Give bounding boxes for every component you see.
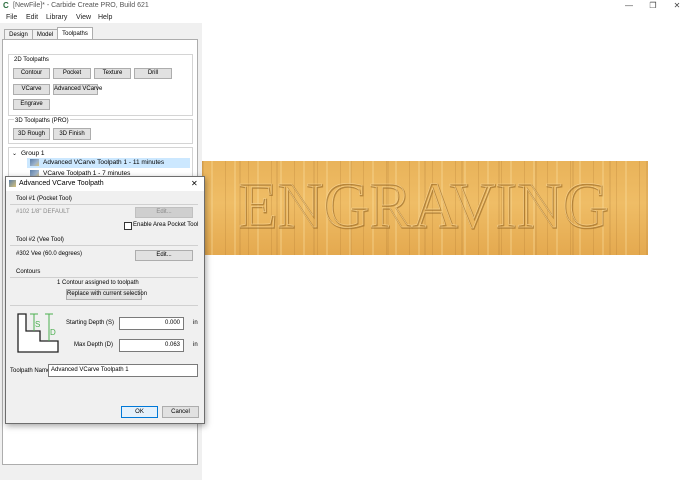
contours-title: Contours bbox=[16, 269, 41, 275]
tool1-title: Tool #1 (Pocket Tool) bbox=[16, 196, 72, 202]
diagram-s-label: S bbox=[35, 320, 40, 329]
engraved-text: ENGRAVING bbox=[238, 169, 608, 242]
starting-depth-label: Starting Depth (S) bbox=[66, 320, 115, 326]
engraved-text-preview: ENGRAVING ENGRAVING bbox=[238, 169, 610, 244]
toolpath-icon bbox=[30, 159, 39, 166]
tool2-value: #302 Vee (60.0 degrees) bbox=[16, 251, 83, 257]
starting-depth-input[interactable]: 0.000 bbox=[119, 317, 184, 330]
dialog-close-icon[interactable]: ✕ bbox=[191, 178, 198, 189]
ok-button[interactable]: OK bbox=[121, 406, 158, 418]
close-icon[interactable]: ✕ bbox=[666, 0, 688, 12]
dialog-title: Advanced VCarve Toolpath bbox=[19, 180, 104, 187]
tool1-edit-button[interactable]: Edit... bbox=[135, 207, 193, 218]
toolpath-name-input[interactable]: Advanced VCarve Toolpath 1 bbox=[48, 364, 198, 377]
dialog-app-icon bbox=[9, 180, 16, 187]
contours-status: 1 Contour assigned to toolpath bbox=[57, 280, 139, 286]
maximize-icon[interactable]: ❐ bbox=[642, 0, 664, 12]
window-title: [NewFile]* - Carbide Create PRO, Build 6… bbox=[13, 2, 149, 9]
menu-edit[interactable]: Edit bbox=[26, 13, 38, 22]
pocket-button[interactable]: Pocket bbox=[53, 68, 91, 79]
texture-button[interactable]: Texture bbox=[94, 68, 131, 79]
depth-diagram: S D bbox=[17, 313, 59, 353]
area-pocket-label: Enable Area Pocket Tool bbox=[133, 222, 199, 228]
tree-collapse-icon[interactable]: ⌄ bbox=[12, 150, 17, 157]
toolpath-name-label: Toolpath Name bbox=[10, 368, 51, 374]
group-2d-title: 2D Toolpaths bbox=[14, 57, 49, 63]
contour-button[interactable]: Contour bbox=[13, 68, 50, 79]
replace-selection-button[interactable]: Replace with current selection bbox=[66, 289, 147, 300]
tool1-value: #102 1/8" DEFAULT bbox=[16, 209, 70, 215]
diagram-d-label: D bbox=[50, 328, 56, 337]
separator bbox=[10, 204, 198, 205]
menu-file[interactable]: File bbox=[6, 13, 17, 22]
tool2-edit-button[interactable]: Edit... bbox=[135, 250, 193, 261]
area-pocket-checkbox[interactable] bbox=[124, 222, 132, 230]
minimize-icon[interactable]: — bbox=[618, 0, 640, 12]
engrave-button[interactable]: Engrave bbox=[13, 99, 50, 110]
max-depth-label: Max Depth (D) bbox=[74, 342, 114, 348]
starting-depth-unit: in bbox=[193, 320, 198, 326]
tree-group[interactable]: Group 1 bbox=[21, 150, 45, 157]
max-depth-unit: in bbox=[193, 342, 198, 348]
menu-help[interactable]: Help bbox=[98, 13, 112, 22]
vcarve-button[interactable]: VCarve bbox=[13, 84, 50, 95]
separator bbox=[10, 277, 198, 278]
separator bbox=[10, 305, 198, 306]
3d-finish-button[interactable]: 3D Finish bbox=[53, 128, 91, 140]
menu-library[interactable]: Library bbox=[46, 13, 67, 22]
cancel-button[interactable]: Cancel bbox=[162, 406, 199, 418]
drill-button[interactable]: Drill bbox=[134, 68, 172, 79]
tool2-title: Tool #2 (Vee Tool) bbox=[16, 237, 64, 243]
group-3d-title: 3D Toolpaths (PRO) bbox=[14, 118, 70, 124]
tree-item[interactable]: Advanced VCarve Toolpath 1 - 11 minutes bbox=[43, 159, 164, 166]
menu-view[interactable]: View bbox=[76, 13, 91, 22]
separator bbox=[10, 245, 198, 246]
max-depth-input[interactable]: 0.063 bbox=[119, 339, 184, 352]
app-icon: C bbox=[3, 1, 9, 10]
advanced-vcarve-button[interactable]: Advanced VCarve bbox=[53, 84, 102, 95]
3d-rough-button[interactable]: 3D Rough bbox=[13, 128, 50, 140]
